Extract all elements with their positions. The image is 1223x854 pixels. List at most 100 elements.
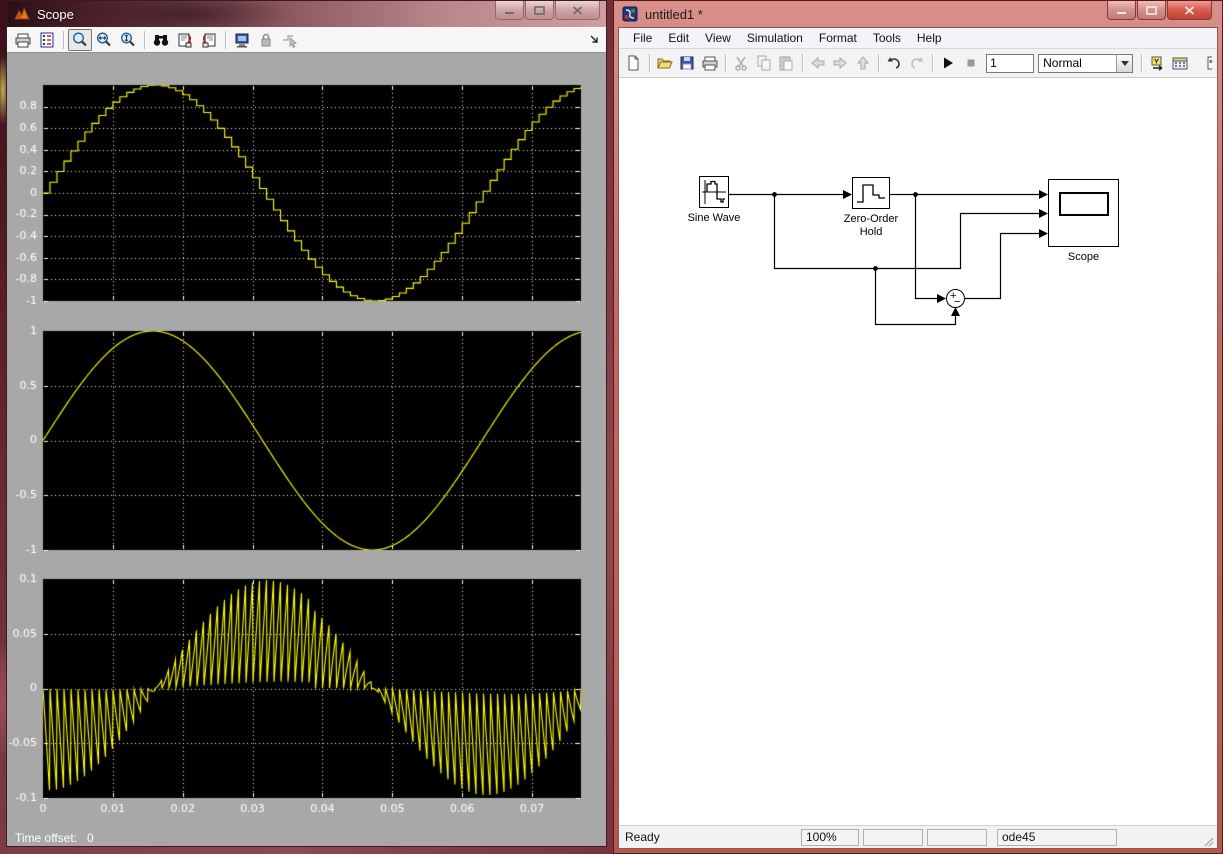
status-cell-empty (927, 829, 987, 846)
play-icon (939, 54, 957, 72)
block-scope[interactable] (1048, 179, 1119, 247)
chevron-down-icon (1121, 61, 1129, 66)
scope-window-title: Scope (37, 7, 74, 22)
scope-titlebar[interactable]: Scope (7, 1, 606, 27)
go-back-button[interactable] (807, 52, 830, 74)
block-label-zero-order-hold-line2: Hold (829, 226, 913, 238)
statusbar: Ready 100% ode45 (619, 825, 1217, 848)
minimize-icon (1116, 6, 1127, 15)
floating-scope-button[interactable] (230, 29, 254, 51)
go-forward-button[interactable] (829, 52, 852, 74)
resize-grip[interactable] (1201, 834, 1215, 848)
zoom-x-button[interactable] (92, 29, 116, 51)
model-close-button[interactable] (1167, 1, 1212, 20)
scope-plots-canvas[interactable] (7, 53, 608, 828)
save-floppy-icon (678, 54, 696, 72)
simulation-stop-time-input[interactable] (986, 54, 1034, 73)
start-simulation-button[interactable] (937, 52, 960, 74)
menubar: File Edit View Simulation Format Tools H… (619, 28, 1217, 49)
library-browser-button[interactable] (1191, 52, 1214, 74)
copy-button[interactable] (753, 52, 776, 74)
back-arrow-icon (809, 54, 827, 72)
scope-window-controls (494, 1, 600, 20)
menu-help[interactable]: Help (909, 29, 950, 47)
autoscale-button[interactable] (149, 29, 173, 51)
arrowhead (1039, 209, 1048, 218)
status-state: Ready (621, 830, 801, 844)
dropdown-button[interactable] (1116, 55, 1132, 72)
model-canvas[interactable]: Sine Wave Zero-Order Hold Scope + − (619, 78, 1217, 825)
model-window-controls (1106, 1, 1212, 20)
print-button[interactable] (11, 29, 35, 51)
lock-axes-button[interactable] (254, 29, 278, 51)
toolbar-separator (878, 54, 879, 72)
model-minimize-button[interactable] (1107, 1, 1136, 20)
close-icon (572, 6, 583, 15)
restore-axes-button[interactable] (197, 29, 221, 51)
undo-button[interactable] (883, 52, 906, 74)
discrete-sine-icon (700, 177, 728, 207)
signal-selection-icon (281, 31, 299, 49)
scope-close-button[interactable] (555, 1, 600, 20)
lock-icon (257, 31, 275, 49)
scope-plot-area: Time offset:0 (7, 53, 606, 846)
save-model-button[interactable] (676, 52, 699, 74)
parameters-button[interactable] (35, 29, 59, 51)
cut-button[interactable] (730, 52, 753, 74)
menu-file[interactable]: File (625, 29, 660, 47)
model-maximize-button[interactable] (1137, 1, 1166, 20)
arrowhead (1039, 229, 1048, 238)
go-up-button[interactable] (852, 52, 875, 74)
junction-dot (913, 192, 918, 197)
scope-minimize-button[interactable] (495, 1, 524, 20)
wire-zoh-to-sum[interactable] (916, 195, 940, 299)
menu-edit[interactable]: Edit (660, 29, 697, 47)
zoom-y-button[interactable] (116, 29, 140, 51)
stop-simulation-button[interactable] (960, 52, 983, 74)
status-solver: ode45 (997, 829, 1117, 846)
zoom-button[interactable] (68, 29, 92, 51)
status-zoom: 100% (801, 829, 859, 846)
block-zero-order-hold[interactable] (852, 177, 890, 209)
save-axes-button[interactable] (173, 29, 197, 51)
model-browser-button[interactable] (1169, 52, 1192, 74)
new-model-button[interactable] (622, 52, 645, 74)
model-toolbar: Normal (619, 49, 1217, 78)
zoom-y-icon (119, 31, 137, 49)
forward-arrow-icon (831, 54, 849, 72)
model-titlebar[interactable]: untitled1 * (618, 1, 1218, 27)
signal-selection-button[interactable] (278, 29, 302, 51)
wire-sum-to-scope3[interactable] (965, 234, 1041, 299)
menu-simulation[interactable]: Simulation (739, 29, 811, 47)
redo-button[interactable] (906, 52, 929, 74)
parameters-icon (38, 31, 56, 49)
floating-scope-icon (233, 31, 251, 49)
toolbar-separator (63, 31, 64, 49)
block-sum[interactable]: + − (946, 289, 965, 308)
simulink-icon (622, 6, 638, 22)
time-offset-label: Time offset: (15, 831, 77, 845)
toolbar-overflow-icon[interactable] (589, 34, 600, 45)
new-document-icon (624, 54, 642, 72)
printer-icon (701, 54, 719, 72)
toolbar-separator (725, 54, 726, 72)
toolbar-separator (225, 31, 226, 49)
menu-tools[interactable]: Tools (865, 29, 909, 47)
toolbar-separator (649, 54, 650, 72)
open-model-button[interactable] (653, 52, 676, 74)
simulation-mode-dropdown[interactable]: Normal (1038, 54, 1133, 73)
menu-format[interactable]: Format (811, 29, 865, 47)
save-axes-icon (176, 31, 194, 49)
print-button[interactable] (699, 52, 722, 74)
menu-view[interactable]: View (697, 29, 739, 47)
maximize-icon (534, 6, 545, 15)
block-sine-wave[interactable] (699, 176, 729, 208)
update-diagram-icon (1149, 54, 1167, 72)
scope-maximize-button[interactable] (525, 1, 554, 20)
minimize-icon (504, 6, 515, 15)
paste-button[interactable] (775, 52, 798, 74)
sum-minus-sign: − (954, 296, 960, 308)
arrowhead (843, 190, 852, 199)
printer-icon (14, 31, 32, 49)
update-diagram-button[interactable] (1146, 52, 1169, 74)
